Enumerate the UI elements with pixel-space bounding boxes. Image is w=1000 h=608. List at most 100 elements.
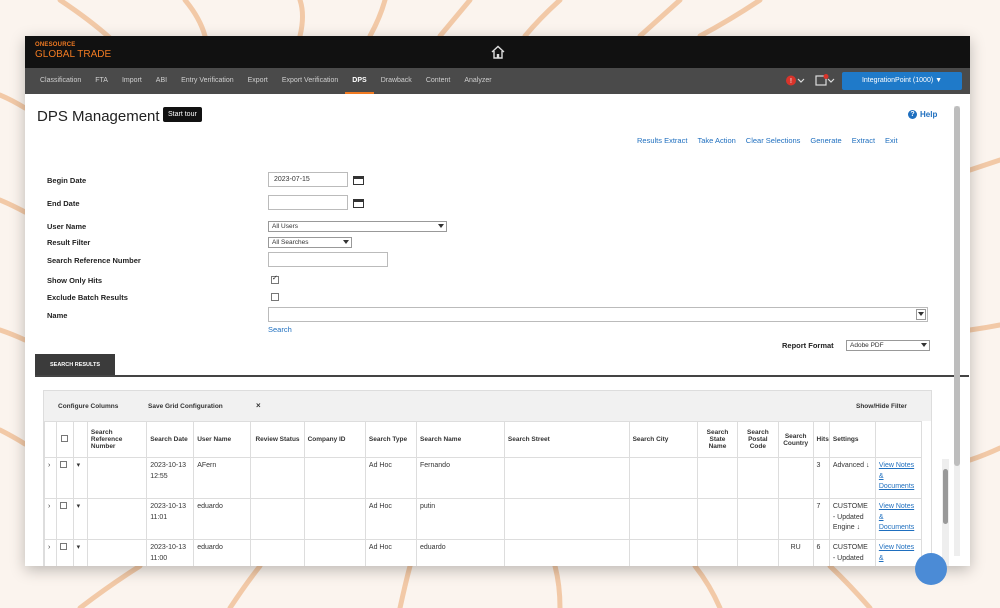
- column-header[interactable]: Hits: [812, 421, 830, 458]
- select-all-checkbox[interactable]: [61, 435, 69, 442]
- cell-search-country: RU: [777, 539, 814, 566]
- column-header[interactable]: Settings: [828, 421, 876, 458]
- column-header[interactable]: Search Reference Number: [86, 421, 148, 458]
- calendar-icon[interactable]: [353, 175, 364, 185]
- view-notes-documents-link[interactable]: View Notes &: [874, 539, 923, 566]
- show-hide-filter-button[interactable]: Show/Hide Filter: [856, 403, 907, 410]
- column-header[interactable]: Search Type: [364, 421, 418, 458]
- begin-date-input[interactable]: 2023-07-15: [268, 172, 348, 187]
- nav-tab-content[interactable]: Content: [419, 68, 458, 94]
- column-header[interactable]: Review Status: [250, 421, 305, 458]
- home-icon[interactable]: [490, 44, 506, 60]
- column-header[interactable]: Search Street: [503, 421, 630, 458]
- end-date-label: End Date: [47, 199, 80, 208]
- end-date-input[interactable]: [268, 195, 348, 210]
- expand-toggle[interactable]: ›: [43, 457, 58, 499]
- brand-big-text: GLOBAL TRADE: [35, 49, 112, 60]
- table-row[interactable]: › ▾ 2023-10-13 11:01 eduardo Ad Hoc puti…: [43, 498, 923, 540]
- row-menu-toggle[interactable]: ▾: [72, 498, 88, 540]
- help-link[interactable]: ? Help: [908, 110, 937, 119]
- name-dropdown-button[interactable]: [916, 309, 926, 320]
- extract-link[interactable]: Extract: [852, 136, 875, 145]
- cell-settings: CUSTOME - Updated: [828, 539, 876, 566]
- page-scrollbar-thumb[interactable]: [954, 106, 960, 466]
- configure-columns-button[interactable]: Configure Columns: [58, 403, 118, 410]
- result-filter-select[interactable]: All Searches: [268, 237, 352, 248]
- user-name-value: All Users: [272, 223, 299, 230]
- notification-icon[interactable]: [815, 74, 835, 87]
- cell-search-city: [628, 457, 699, 499]
- grid-toolbar: Configure Columns Save Grid Configuratio…: [44, 391, 931, 421]
- view-notes-documents-link[interactable]: View Notes & Documents: [874, 498, 923, 540]
- cell-search-date: 2023-10-13 11:01: [146, 498, 195, 540]
- row-checkbox[interactable]: [60, 543, 68, 550]
- chevron-down-icon: [438, 224, 444, 228]
- nav-tab-dps[interactable]: DPS: [345, 68, 374, 94]
- exclude-batch-checkbox[interactable]: [271, 293, 279, 301]
- cell-hits: 6: [812, 539, 830, 566]
- calendar-icon[interactable]: [353, 198, 364, 208]
- nav-tab-export-verification[interactable]: Export Verification: [275, 68, 345, 94]
- search-link[interactable]: Search: [268, 325, 292, 334]
- column-header[interactable]: Search Country: [777, 421, 814, 458]
- nav-tab-abi[interactable]: ABI: [149, 68, 174, 94]
- user-account-button[interactable]: IntegrationPoint (1000) ▼: [842, 72, 962, 90]
- nav-tab-classification[interactable]: Classification: [33, 68, 88, 94]
- grid-scrollbar-thumb[interactable]: [943, 469, 948, 524]
- column-header[interactable]: Search City: [628, 421, 699, 458]
- report-format-value: Adobe PDF: [850, 342, 884, 349]
- row-checkbox[interactable]: [60, 502, 68, 509]
- cell-search-state: [697, 457, 738, 499]
- save-grid-configuration-button[interactable]: Save Grid Configuration: [148, 403, 223, 410]
- name-input[interactable]: [268, 307, 928, 322]
- table-row[interactable]: › ▾ 2023-10-13 12:55 AFern Ad Hoc Fernan…: [43, 457, 923, 499]
- column-header[interactable]: Search Date: [146, 421, 195, 458]
- column-header[interactable]: Search Postal Code: [736, 421, 779, 458]
- column-header[interactable]: Search Name: [416, 421, 505, 458]
- results-table: Search Reference Number Search Date User…: [43, 421, 923, 566]
- nav-tab-drawback[interactable]: Drawback: [374, 68, 419, 94]
- cell-search-type: Ad Hoc: [364, 539, 418, 566]
- view-notes-documents-link[interactable]: View Notes & Documents: [874, 457, 923, 499]
- nav-tab-analyzer[interactable]: Analyzer: [457, 68, 498, 94]
- column-header[interactable]: User Name: [193, 421, 252, 458]
- brand-logo[interactable]: ONESOURCE GLOBAL TRADE: [35, 42, 111, 60]
- results-extract-link[interactable]: Results Extract: [637, 136, 687, 145]
- nav-tab-export[interactable]: Export: [241, 68, 275, 94]
- column-header[interactable]: Company ID: [303, 421, 366, 458]
- expand-toggle[interactable]: ›: [43, 498, 58, 540]
- cell-review-status: [250, 457, 305, 499]
- show-only-hits-checkbox[interactable]: [271, 274, 279, 284]
- page-scrollbar[interactable]: [954, 106, 960, 556]
- start-tour-button[interactable]: Start tour: [163, 107, 202, 122]
- search-ref-input[interactable]: [268, 252, 388, 267]
- column-header[interactable]: Search State Name: [697, 421, 738, 458]
- exit-link[interactable]: Exit: [885, 136, 898, 145]
- grid-scrollbar[interactable]: [942, 459, 949, 566]
- table-row[interactable]: › ▾ 2023-10-13 11:00 eduardo Ad Hoc edua…: [43, 539, 923, 566]
- nav-tab-import[interactable]: Import: [115, 68, 149, 94]
- cell-search-country: [777, 457, 814, 499]
- row-menu-toggle[interactable]: ▾: [72, 457, 88, 499]
- row-menu-toggle[interactable]: ▾: [72, 539, 88, 566]
- cell-company-id: [303, 539, 366, 566]
- nav-tab-fta[interactable]: FTA: [88, 68, 115, 94]
- expand-toggle[interactable]: ›: [43, 539, 58, 566]
- user-name-select[interactable]: All Users: [268, 221, 447, 232]
- close-icon[interactable]: ×: [256, 401, 261, 410]
- nav-tabs: Classification FTA Import ABI Entry Veri…: [33, 68, 499, 94]
- clear-selections-link[interactable]: Clear Selections: [746, 136, 801, 145]
- help-icon: ?: [908, 110, 917, 119]
- chat-bubble-icon[interactable]: [915, 553, 947, 585]
- row-checkbox[interactable]: [60, 461, 68, 468]
- chevron-down-icon: [343, 240, 349, 244]
- alert-icon[interactable]: !: [785, 74, 805, 87]
- nav-tab-entry-verification[interactable]: Entry Verification: [174, 68, 241, 94]
- search-ref-label: Search Reference Number: [47, 256, 141, 265]
- generate-link[interactable]: Generate: [810, 136, 841, 145]
- cell-hits: 7: [812, 498, 830, 540]
- tab-search-results[interactable]: SEARCH RESULTS: [35, 354, 115, 376]
- user-name-label: User Name: [47, 222, 87, 231]
- take-action-link[interactable]: Take Action: [697, 136, 735, 145]
- report-format-select[interactable]: Adobe PDF: [846, 340, 930, 351]
